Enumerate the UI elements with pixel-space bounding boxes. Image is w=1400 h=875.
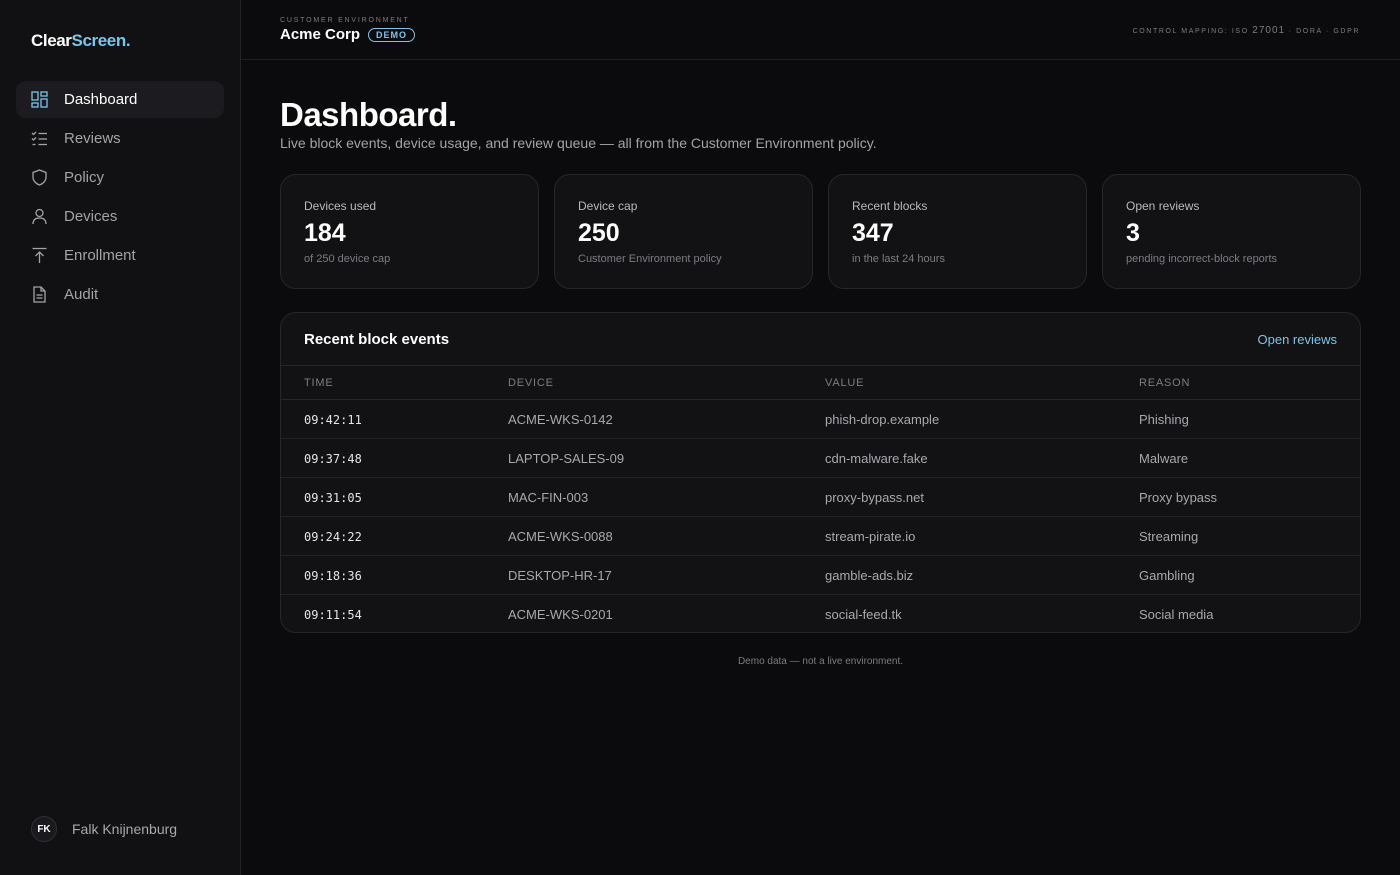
cell-value: gamble-ads.biz xyxy=(825,568,914,583)
user-icon xyxy=(31,208,48,225)
control-mapping-iso: 27001 xyxy=(1252,25,1286,36)
stat-note: in the last 24 hours xyxy=(852,253,945,265)
stat-value: 250 xyxy=(578,219,620,247)
stat-value: 347 xyxy=(852,219,894,247)
sidebar-item-label: Reviews xyxy=(64,130,121,147)
cell-value: cdn-malware.fake xyxy=(825,451,928,466)
cell-reason: Phishing xyxy=(1139,412,1189,427)
table-header: TIME DEVICE VALUE REASON xyxy=(281,366,1360,400)
cell-time: 09:18:36 xyxy=(304,569,362,583)
cell-value: social-feed.tk xyxy=(825,607,902,622)
list-check-icon xyxy=(31,130,48,147)
cell-device: ACME-WKS-0088 xyxy=(508,529,613,544)
table-row[interactable]: 09:42:11 ACME-WKS-0142 phish-drop.exampl… xyxy=(281,400,1360,439)
cell-time: 09:24:22 xyxy=(304,530,362,544)
stat-note: of 250 device cap xyxy=(304,253,391,265)
demo-footnote: Demo data — not a live environment. xyxy=(737,656,904,667)
cell-time: 09:42:11 xyxy=(304,413,362,427)
sidebar-item-reviews[interactable]: Reviews xyxy=(16,120,224,157)
sidebar-item-label: Enrollment xyxy=(64,247,136,264)
stat-label: Recent blocks xyxy=(852,199,928,213)
open-reviews-link[interactable]: Open reviews xyxy=(1258,332,1337,347)
user-name: Falk Knijnenburg xyxy=(72,821,178,837)
control-mapping-prefix: CONTROL MAPPING: ISO xyxy=(1132,28,1249,35)
control-mapping-suffix: · DORA · GDPR xyxy=(1288,28,1360,35)
cell-value: phish-drop.example xyxy=(825,412,940,427)
stat-note: pending incorrect-block reports xyxy=(1126,253,1278,265)
cell-reason: Gambling xyxy=(1139,568,1195,583)
cell-device: LAPTOP-SALES-09 xyxy=(508,451,625,466)
column-header-reason: REASON xyxy=(1139,377,1191,389)
user-profile[interactable]: FK Falk Knijnenburg xyxy=(31,816,177,842)
recent-block-events-panel: Recent block events Open reviews TIME DE… xyxy=(280,312,1361,633)
sidebar-item-label: Dashboard xyxy=(64,91,138,108)
table-row[interactable]: 09:18:36 DESKTOP-HR-17 gamble-ads.biz Ga… xyxy=(281,556,1360,595)
sidebar-item-devices[interactable]: Devices xyxy=(16,198,224,235)
environment-label: CUSTOMER ENVIRONMENT xyxy=(280,17,410,24)
table-row[interactable]: 09:37:48 LAPTOP-SALES-09 cdn-malware.fak… xyxy=(281,439,1360,478)
page-title: Dashboard. xyxy=(280,96,457,133)
sidebar-item-label: Policy xyxy=(64,169,105,186)
sidebar: ClearScreen. Dashboard Reviews Policy De… xyxy=(0,0,241,875)
stat-card-devices-used: Devices used 184 of 250 device cap xyxy=(280,174,539,289)
avatar: FK xyxy=(31,816,57,842)
cell-value: proxy-bypass.net xyxy=(825,490,924,505)
topbar: CUSTOMER ENVIRONMENT Acme Corp DEMO CONT… xyxy=(241,0,1400,60)
control-mapping: CONTROL MAPPING: ISO 27001 · DORA · GDPR xyxy=(1133,25,1360,36)
cell-reason: Social media xyxy=(1139,607,1214,622)
panel-title: Recent block events xyxy=(304,331,450,348)
table-row[interactable]: 09:24:22 ACME-WKS-0088 stream-pirate.io … xyxy=(281,517,1360,556)
cell-device: ACME-WKS-0142 xyxy=(508,412,613,427)
environment-name[interactable]: Acme Corp xyxy=(280,26,360,43)
sidebar-item-policy[interactable]: Policy xyxy=(16,159,224,196)
brand-logo-accent: Screen. xyxy=(71,31,131,50)
stat-card-device-cap: Device cap 250 Customer Environment poli… xyxy=(554,174,813,289)
stat-card-open-reviews: Open reviews 3 pending incorrect-block r… xyxy=(1102,174,1361,289)
page-subtitle: Live block events, device usage, and rev… xyxy=(280,135,877,151)
shield-icon xyxy=(31,169,48,186)
column-header-value: VALUE xyxy=(825,377,865,389)
stat-label: Open reviews xyxy=(1126,199,1200,213)
brand-logo[interactable]: ClearScreen. xyxy=(31,31,131,51)
cell-value: stream-pirate.io xyxy=(825,529,916,544)
stat-label: Device cap xyxy=(578,199,638,213)
dashboard-icon xyxy=(31,91,48,108)
sidebar-item-label: Audit xyxy=(64,286,99,303)
stat-note: Customer Environment policy xyxy=(578,253,722,265)
brand-logo-text: Clear xyxy=(31,31,72,50)
cell-reason: Proxy bypass xyxy=(1139,490,1218,505)
cell-reason: Malware xyxy=(1139,451,1189,466)
column-header-time: TIME xyxy=(304,377,334,389)
stat-label: Devices used xyxy=(304,199,377,213)
stat-card-recent-blocks: Recent blocks 347 in the last 24 hours xyxy=(828,174,1087,289)
cell-device: DESKTOP-HR-17 xyxy=(508,568,612,583)
panel-header: Recent block events Open reviews xyxy=(281,313,1360,366)
cell-device: ACME-WKS-0201 xyxy=(508,607,613,622)
upload-icon xyxy=(31,247,48,264)
sidebar-item-dashboard[interactable]: Dashboard xyxy=(16,81,224,118)
sidebar-item-label: Devices xyxy=(64,208,118,225)
cell-device: MAC-FIN-003 xyxy=(508,490,589,505)
cell-time: 09:37:48 xyxy=(304,452,362,466)
document-icon xyxy=(31,286,48,303)
cell-reason: Streaming xyxy=(1139,529,1199,544)
column-header-device: DEVICE xyxy=(508,377,554,389)
table-row[interactable]: 09:11:54 ACME-WKS-0201 social-feed.tk So… xyxy=(281,595,1360,632)
demo-badge: DEMO xyxy=(368,28,415,42)
cell-time: 09:11:54 xyxy=(304,608,362,622)
cell-time: 09:31:05 xyxy=(304,491,362,505)
sidebar-item-enrollment[interactable]: Enrollment xyxy=(16,237,224,274)
sidebar-nav: Dashboard Reviews Policy Devices Enrollm… xyxy=(16,81,224,315)
stat-value: 3 xyxy=(1126,219,1140,247)
table-row[interactable]: 09:31:05 MAC-FIN-003 proxy-bypass.net Pr… xyxy=(281,478,1360,517)
stat-value: 184 xyxy=(304,219,346,247)
sidebar-item-audit[interactable]: Audit xyxy=(16,276,224,313)
